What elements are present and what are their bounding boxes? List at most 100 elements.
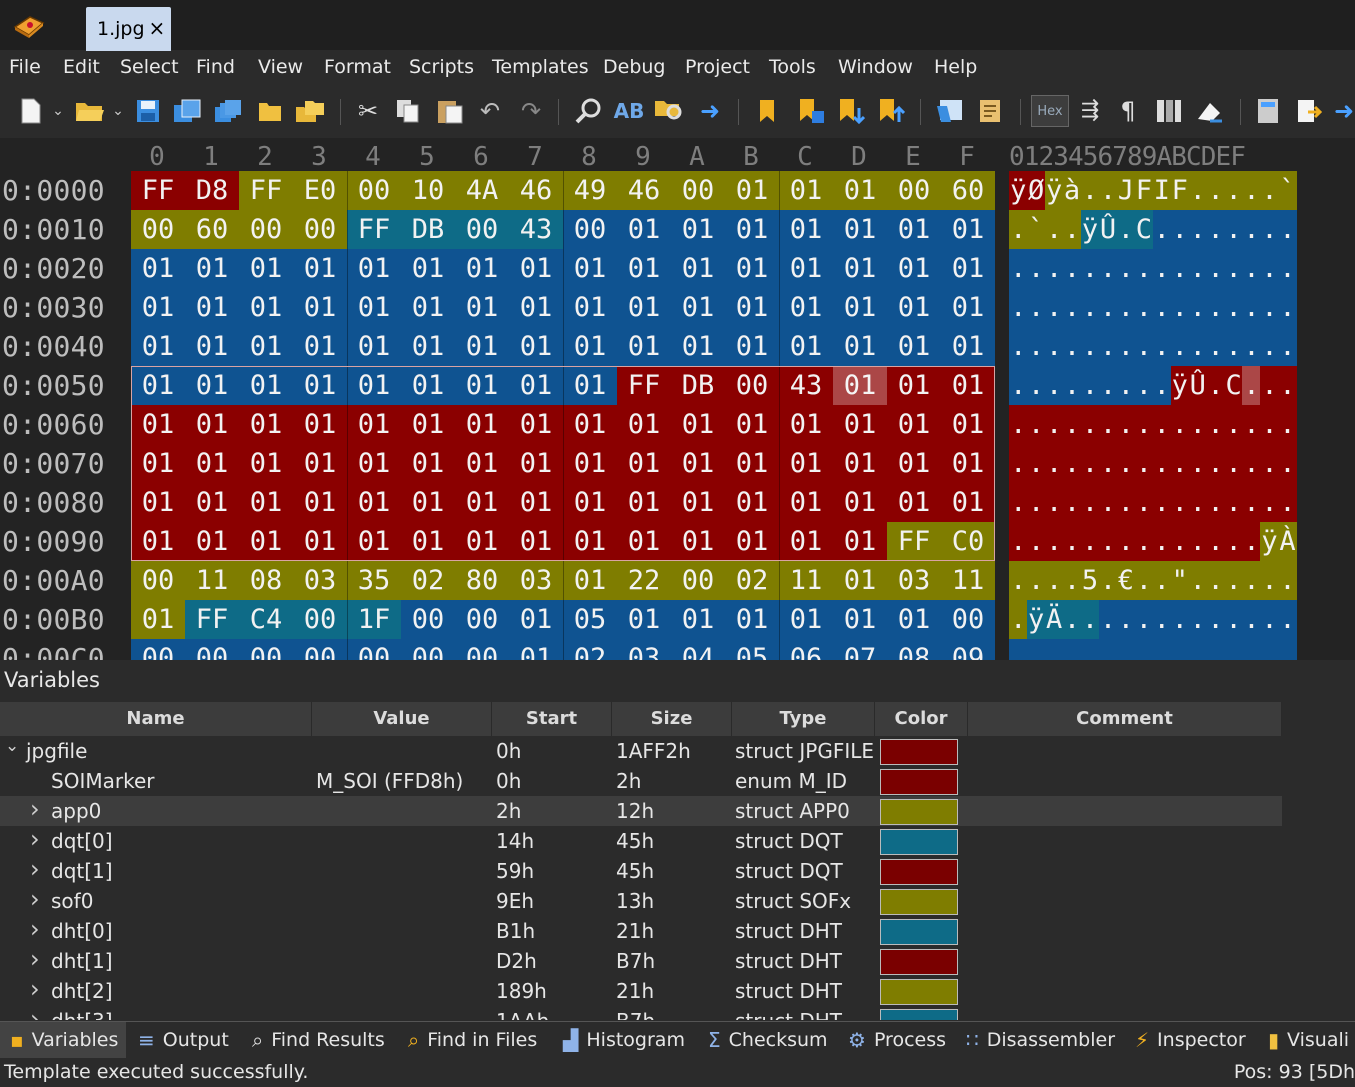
ascii-char[interactable]: . bbox=[1260, 210, 1279, 249]
ascii-char[interactable]: . bbox=[1188, 639, 1207, 660]
ascii-char[interactable]: . bbox=[1062, 327, 1082, 366]
hex-byte[interactable]: 01 bbox=[185, 483, 239, 522]
col-color[interactable]: Color bbox=[875, 702, 968, 736]
hex-byte[interactable]: 01 bbox=[779, 288, 833, 327]
ascii-char[interactable]: . bbox=[1116, 405, 1136, 444]
hex-byte[interactable]: 01 bbox=[401, 522, 455, 561]
ascii-char[interactable]: . bbox=[1170, 210, 1189, 249]
ascii-char[interactable]: . bbox=[1026, 561, 1046, 600]
ascii-char[interactable]: . bbox=[1242, 639, 1261, 660]
tab-process[interactable]: ⚙ Process bbox=[848, 1022, 946, 1058]
variable-row[interactable]: › dht[0] B1h 21h struct DHT bbox=[0, 915, 1282, 946]
calculator-icon[interactable] bbox=[1255, 97, 1281, 125]
ascii-char[interactable]: . bbox=[1170, 639, 1189, 660]
ascii-char[interactable]: . bbox=[1134, 522, 1154, 561]
hex-byte[interactable]: 00 bbox=[887, 171, 941, 210]
cut-icon[interactable]: ✂ bbox=[355, 97, 381, 125]
ascii-char[interactable]: . bbox=[1026, 366, 1046, 405]
hex-byte[interactable]: 01 bbox=[401, 444, 455, 483]
ascii-char[interactable]: . bbox=[1152, 366, 1172, 405]
hex-byte[interactable]: 00 bbox=[401, 600, 455, 639]
next-bookmark-icon[interactable] bbox=[838, 97, 866, 125]
hex-byte[interactable]: 01 bbox=[401, 366, 455, 405]
ascii-char[interactable]: . bbox=[1242, 561, 1261, 600]
menu-find[interactable]: Find bbox=[196, 56, 235, 78]
ascii-char[interactable]: . bbox=[1260, 444, 1279, 483]
variable-row[interactable]: › dht[1] D2h B7h struct DHT bbox=[0, 945, 1282, 976]
tab-close-icon[interactable]: × bbox=[149, 16, 166, 40]
hex-byte[interactable]: 01 bbox=[887, 288, 941, 327]
ascii-char[interactable]: . bbox=[1170, 444, 1189, 483]
ascii-char[interactable]: . bbox=[1152, 639, 1172, 660]
hex-byte[interactable]: 01 bbox=[185, 288, 239, 327]
hex-byte[interactable]: 00 bbox=[293, 600, 347, 639]
variable-color-swatch[interactable] bbox=[880, 919, 958, 945]
hex-byte[interactable]: 01 bbox=[455, 444, 509, 483]
ascii-char[interactable]: . bbox=[1134, 327, 1154, 366]
hex-byte[interactable]: 01 bbox=[887, 444, 941, 483]
variable-row[interactable]: › dqt[0] 14h 45h struct DQT bbox=[0, 825, 1282, 856]
ascii-char[interactable]: F bbox=[1134, 171, 1154, 210]
hex-byte[interactable]: 01 bbox=[941, 249, 995, 288]
ascii-char[interactable]: . bbox=[1080, 366, 1100, 405]
hex-byte[interactable]: 01 bbox=[455, 288, 509, 327]
hex-byte[interactable]: 00 bbox=[347, 639, 401, 660]
ascii-char[interactable]: . bbox=[1009, 444, 1028, 483]
hex-byte[interactable]: 01 bbox=[779, 210, 833, 249]
ascii-char[interactable]: ÿ bbox=[1009, 171, 1028, 210]
ascii-char[interactable]: . bbox=[1080, 444, 1100, 483]
hex-byte[interactable]: 01 bbox=[131, 483, 185, 522]
ascii-char[interactable]: . bbox=[1206, 171, 1225, 210]
hex-byte[interactable]: 01 bbox=[131, 327, 185, 366]
ascii-char[interactable]: . bbox=[1116, 483, 1136, 522]
find-in-files-icon[interactable] bbox=[653, 97, 685, 125]
ascii-char[interactable]: . bbox=[1062, 366, 1082, 405]
hex-byte[interactable]: 02 bbox=[401, 561, 455, 600]
ascii-char[interactable]: . bbox=[1260, 366, 1279, 405]
hex-byte[interactable]: 01 bbox=[671, 600, 725, 639]
ascii-char[interactable]: . bbox=[1152, 600, 1172, 639]
ascii-char[interactable]: . bbox=[1188, 561, 1207, 600]
hex-byte[interactable]: 01 bbox=[887, 327, 941, 366]
ascii-char[interactable]: . bbox=[1242, 522, 1261, 561]
ascii-char[interactable]: . bbox=[1242, 288, 1261, 327]
ascii-char[interactable]: ` bbox=[1026, 210, 1046, 249]
prev-bookmark-icon[interactable] bbox=[878, 97, 906, 125]
hex-byte[interactable]: 03 bbox=[887, 561, 941, 600]
ascii-char[interactable]: . bbox=[1134, 366, 1154, 405]
ascii-char[interactable]: . bbox=[1098, 600, 1118, 639]
hex-byte[interactable]: 01 bbox=[131, 249, 185, 288]
hex-byte[interactable]: 01 bbox=[239, 288, 293, 327]
ascii-char[interactable]: F bbox=[1170, 171, 1189, 210]
hex-view[interactable]: 0123456789ABCDEF 0123456789ABCDEF 0:0000… bbox=[0, 138, 1355, 660]
ascii-char[interactable]: . bbox=[1170, 405, 1189, 444]
variable-row[interactable]: › app0 2h 12h struct APP0 bbox=[0, 795, 1282, 826]
ascii-char[interactable]: . bbox=[1116, 600, 1136, 639]
hex-byte[interactable]: 01 bbox=[779, 522, 833, 561]
ascii-char[interactable]: . bbox=[1206, 561, 1225, 600]
ascii-char[interactable]: . bbox=[1206, 639, 1225, 660]
hex-byte[interactable]: 01 bbox=[833, 288, 887, 327]
ascii-char[interactable]: . bbox=[1260, 639, 1279, 660]
menu-tools[interactable]: Tools bbox=[769, 56, 816, 78]
ascii-char[interactable]: ÿ bbox=[1170, 366, 1189, 405]
columns-icon[interactable] bbox=[1155, 97, 1183, 125]
ascii-char[interactable]: . bbox=[1134, 405, 1154, 444]
ascii-char[interactable]: . bbox=[1206, 483, 1225, 522]
hex-byte[interactable]: 43 bbox=[779, 366, 833, 405]
hex-byte[interactable]: 01 bbox=[509, 249, 563, 288]
save-as-icon[interactable] bbox=[172, 97, 202, 125]
hex-byte[interactable]: 01 bbox=[833, 171, 887, 210]
ascii-char[interactable]: . bbox=[1116, 366, 1136, 405]
ascii-char[interactable]: . bbox=[1152, 522, 1172, 561]
hex-byte[interactable]: 01 bbox=[671, 327, 725, 366]
col-type[interactable]: Type bbox=[732, 702, 875, 736]
hex-byte[interactable]: 01 bbox=[455, 327, 509, 366]
open-icon[interactable] bbox=[257, 97, 283, 125]
menu-view[interactable]: View bbox=[258, 56, 303, 78]
hex-byte[interactable]: 00 bbox=[131, 561, 185, 600]
find-icon[interactable] bbox=[573, 97, 603, 125]
hex-byte[interactable]: 01 bbox=[509, 639, 563, 660]
ascii-char[interactable]: . bbox=[1062, 249, 1082, 288]
tab-output[interactable]: ≡ Output bbox=[138, 1022, 229, 1058]
